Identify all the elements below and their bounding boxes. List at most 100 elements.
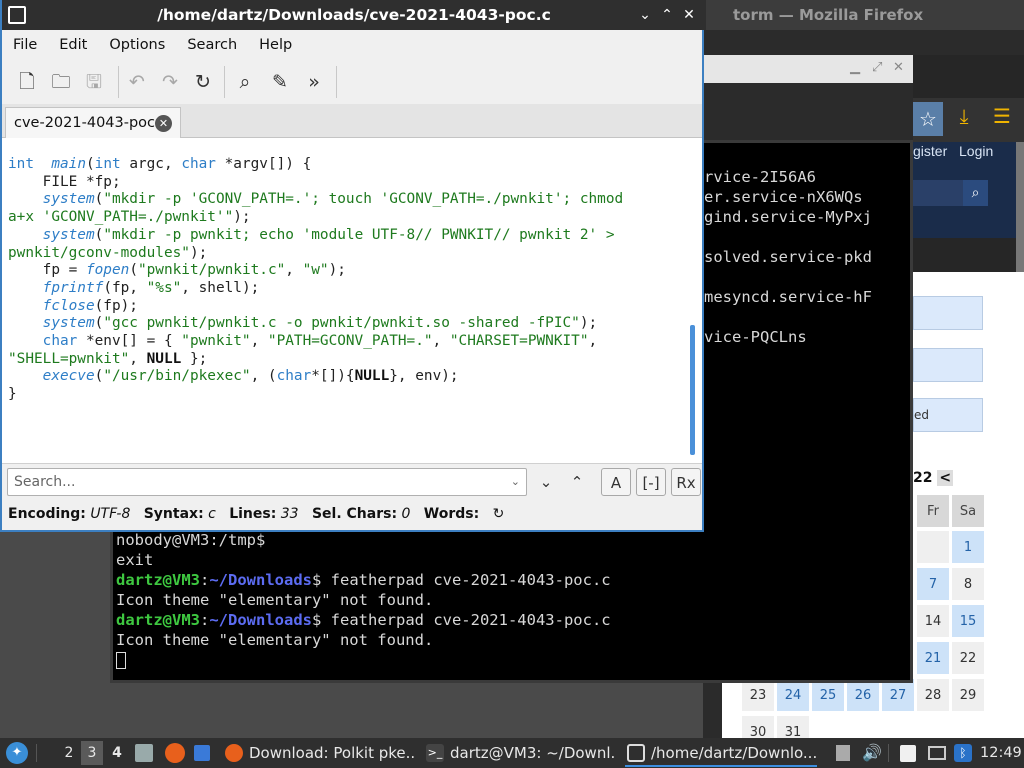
code-token: "mkdir -p pwnkit; echo 'module UTF-8// P… — [103, 226, 615, 243]
replace-icon[interactable]: ✎ — [266, 68, 294, 96]
code-token: , — [250, 333, 268, 350]
volume-icon[interactable]: 🔊 — [862, 738, 882, 768]
task-label: Download: Polkit pke... — [249, 744, 415, 762]
app-launcher-icon[interactable] — [194, 745, 210, 761]
clock[interactable]: 12:49 — [980, 738, 1022, 768]
terminal-line: dartz@VM3:~/Downloads$ featherpad cve-20… — [116, 570, 611, 590]
scroll-icon[interactable] — [836, 745, 850, 761]
calendar-day[interactable]: 22 — [951, 641, 985, 675]
sidebar-box-2[interactable] — [913, 348, 983, 382]
task-featherpad[interactable]: /home/dartz/Downlo... — [625, 739, 817, 767]
find-icon[interactable]: ⌕ — [231, 68, 259, 96]
find-next-icon[interactable]: ⌄ — [531, 468, 561, 496]
calendar-day[interactable]: 15 — [951, 604, 985, 638]
match-case-icon[interactable]: A — [601, 468, 631, 496]
code-token: system — [42, 315, 95, 332]
undo-icon[interactable]: ↶ — [123, 68, 151, 96]
workspace-3[interactable]: 3 — [81, 741, 103, 765]
tab-file[interactable]: cve-2021-4043-poc.c ✕ — [5, 107, 181, 138]
code-line: FILE *fp; — [8, 174, 623, 192]
terminal-line: exit — [116, 550, 153, 570]
terminal-command: $ featherpad cve-2021-4043-poc.c — [312, 611, 611, 629]
calendar-day[interactable]: 14 — [916, 604, 950, 638]
prompt-user: dartz@VM3 — [116, 571, 200, 589]
download-icon[interactable]: ⤓ — [950, 104, 978, 134]
terminal-bg-line: solved.service-pkd — [704, 248, 872, 266]
regex-icon[interactable]: Rx — [671, 468, 701, 496]
task-terminal[interactable]: >_ dartz@VM3: ~/Downl... — [424, 739, 616, 767]
refresh-icon[interactable]: ↻ — [493, 506, 505, 522]
minimize-icon[interactable]: ▁ — [850, 60, 860, 75]
terminal-bg-line: gind.service-MyPxj — [704, 208, 872, 226]
new-file-icon[interactable]: 🗋 — [13, 68, 41, 96]
code-token: ( — [94, 226, 104, 243]
bluetooth-icon[interactable]: ᛒ — [954, 744, 972, 762]
reload-icon[interactable]: ↻ — [189, 68, 217, 96]
menu-help[interactable]: Help — [248, 30, 303, 60]
firefox-scrollbar[interactable] — [1016, 142, 1024, 272]
code-token: fclose — [42, 297, 95, 314]
login-link[interactable]: Login — [959, 143, 993, 159]
calendar-day[interactable]: 25 — [811, 678, 845, 712]
calendar-day[interactable]: 24 — [776, 678, 810, 712]
workspace-4[interactable]: 4 — [106, 741, 128, 765]
file-manager-icon[interactable] — [135, 744, 153, 762]
firefox-window-title[interactable]: torm — Mozilla Firefox — [703, 0, 1024, 30]
code-line: "SHELL=pwnkit", NULL }; — [8, 351, 623, 369]
sidebar-box-1[interactable] — [913, 296, 983, 330]
calendar-day[interactable]: 21 — [916, 641, 950, 675]
whole-word-icon[interactable]: [-] — [636, 468, 666, 496]
editor-scrollbar-thumb[interactable] — [690, 325, 695, 455]
display-icon[interactable] — [928, 746, 946, 760]
maximize-icon[interactable]: ⤢ — [872, 60, 882, 75]
maximize-icon[interactable]: ⌃ — [656, 0, 678, 30]
menu-edit[interactable]: Edit — [48, 30, 98, 60]
calendar-day[interactable]: 26 — [846, 678, 880, 712]
toolbar: 🗋 🗀 🖫 ↶ ↷ ↻ ⌕ ✎ » — [2, 60, 702, 104]
site-search-input[interactable] — [913, 180, 963, 206]
code-token: , — [285, 262, 303, 279]
open-folder-icon[interactable]: 🗀 — [47, 68, 75, 96]
clipboard-icon[interactable] — [900, 745, 916, 762]
calendar-day[interactable]: 1 — [951, 530, 985, 564]
terminal-text: Icon theme "elementary" not found. — [116, 591, 434, 609]
menu-search[interactable]: Search — [176, 30, 248, 60]
register-link[interactable]: gister — [913, 143, 947, 159]
menu-options[interactable]: Options — [98, 30, 176, 60]
workspace-2[interactable]: 2 — [58, 741, 80, 765]
firefox-icon[interactable] — [165, 743, 185, 763]
save-icon[interactable]: 🖫 — [80, 68, 108, 96]
minimize-icon[interactable]: ⌄ — [634, 0, 656, 30]
redo-icon[interactable]: ↷ — [156, 68, 184, 96]
calendar-prev-button[interactable]: < — [937, 470, 954, 486]
code-token: , — [432, 333, 450, 350]
terminal-line: Icon theme "elementary" not found. — [116, 630, 433, 650]
calendar-day[interactable]: 29 — [951, 678, 985, 712]
code-editor[interactable]: int main(int argc, char *argv[]) { FILE … — [2, 138, 702, 463]
terminal-line: dartz@VM3:~/Downloads$ featherpad cve-20… — [116, 610, 611, 630]
find-previous-icon[interactable]: ⌃ — [562, 468, 592, 496]
bookmark-star-icon[interactable]: ☆ — [913, 102, 943, 136]
close-icon[interactable]: ✕ — [678, 0, 700, 30]
search-input[interactable]: Search... ⌄ — [7, 468, 527, 496]
code-token: main — [51, 156, 86, 172]
calendar-day[interactable]: 23 — [741, 678, 775, 712]
more-icon[interactable]: » — [300, 68, 328, 96]
chevron-down-icon[interactable]: ⌄ — [511, 469, 520, 495]
hamburger-menu-icon[interactable]: ☰ — [988, 104, 1016, 134]
code-token: } — [8, 386, 17, 403]
task-firefox-download[interactable]: Download: Polkit pke... — [223, 739, 415, 767]
tab-close-icon[interactable]: ✕ — [155, 115, 172, 132]
calendar-day[interactable]: 28 — [916, 678, 950, 712]
menu-file[interactable]: File — [2, 30, 48, 60]
calendar-day[interactable]: 7 — [916, 567, 950, 601]
search-icon[interactable]: ⌕ — [963, 180, 988, 206]
close-icon[interactable]: ✕ — [893, 60, 904, 75]
featherpad-titlebar[interactable]: /home/dartz/Downloads/cve-2021-4043-poc.… — [2, 0, 706, 30]
start-menu-icon[interactable]: ✦ — [6, 742, 28, 764]
calendar-day[interactable]: 8 — [951, 567, 985, 601]
calendar-day[interactable]: 27 — [881, 678, 915, 712]
sidebar-box-3[interactable]: ed — [913, 398, 983, 432]
